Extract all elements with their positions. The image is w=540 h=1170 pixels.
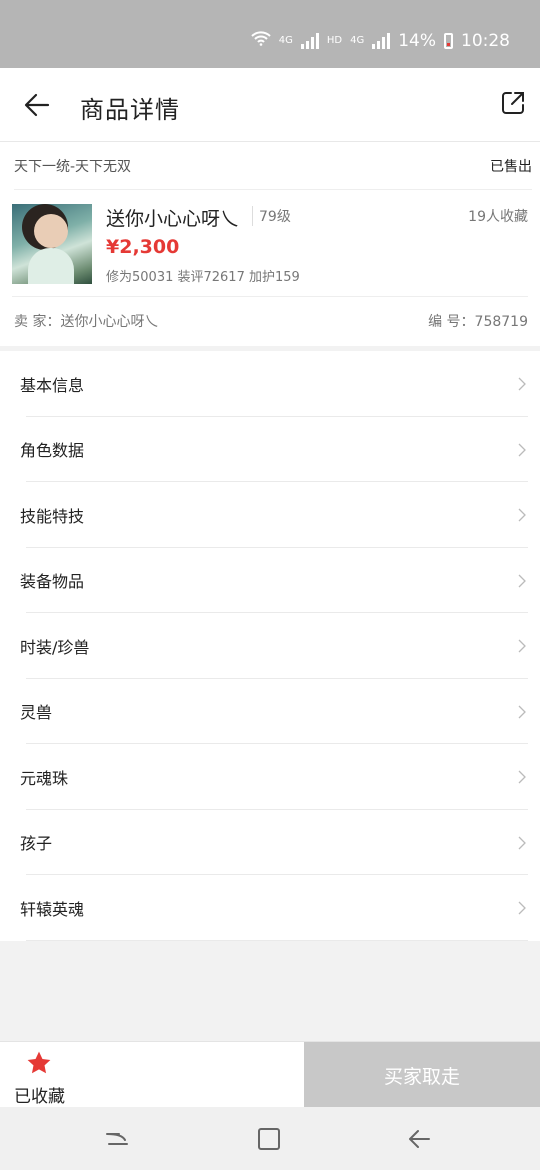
chevron-right-icon [518,770,526,784]
status-icons: 4G HD 4G 14% 10:28 [251,30,510,51]
menu-item-label: 轩辕英魂 [20,899,85,919]
app-header: 商品详情 [0,68,540,142]
character-name: 送你小心心呀乀 [106,208,240,230]
menu-item-equipment[interactable]: 装备物品 [0,548,540,614]
buyer-collected-button[interactable]: 买家取走 [304,1042,540,1108]
menu-item-basic-info[interactable]: 基本信息 [0,351,540,417]
chevron-right-icon [518,836,526,849]
listing-card: 天下一统-天下无双 已售出 送你小心心呀乀 79级 19人收藏 ¥2,300 修… [0,142,540,346]
menu-item-label: 时装/珍兽 [20,637,90,657]
character-avatar [12,204,92,284]
recent-apps-icon[interactable] [104,1126,130,1152]
star-icon [27,1051,51,1074]
chevron-right-icon [518,443,526,456]
menu-item-spirit-beast[interactable]: 灵兽 [0,679,540,745]
seller-name: 卖 家：送你小心心呀乀 [14,314,159,330]
favorite-button[interactable]: 已收藏 [0,1042,303,1108]
character-level: 79级 [252,206,291,226]
chevron-right-icon [518,705,526,718]
menu-item-label: 灵兽 [20,703,53,723]
product-summary[interactable]: 送你小心心呀乀 79级 19人收藏 ¥2,300 修为50031 装评72617… [12,190,528,297]
chevron-right-icon [518,574,526,587]
menu-item-label: 基本信息 [20,375,85,395]
menu-item-fashion-pets[interactable]: 时装/珍兽 [0,613,540,679]
menu-item-label: 角色数据 [20,441,85,461]
sale-status: 已售出 [490,158,532,175]
menu-item-label: 装备物品 [20,572,85,592]
chevron-right-icon [518,508,526,522]
network-type-label-2: 4G [350,34,365,46]
menu-item-xuanyuan-hero[interactable]: 轩辕英魂 [0,875,540,941]
system-nav-bar [0,1107,540,1170]
menu-item-label: 元魂珠 [20,768,69,788]
battery-percent: 14% [398,30,436,51]
share-external-icon[interactable] [500,90,526,116]
chevron-right-icon [518,377,526,391]
price: ¥2,300 [106,236,180,258]
menu-item-soul-orb[interactable]: 元魂珠 [0,744,540,810]
wifi-icon [251,30,271,51]
battery-icon [444,32,453,49]
menu-item-label: 孩子 [20,834,53,854]
clock: 10:28 [461,30,510,51]
network-type-label: 4G [278,34,293,46]
menu-item-children[interactable]: 孩子 [0,810,540,876]
server-name: 天下一统-天下无双 [14,158,132,175]
signal-icon [300,32,319,49]
chevron-right-icon [518,901,526,915]
page-title: 商品详情 [80,96,180,124]
chevron-right-icon [518,639,526,653]
favorite-count: 19人收藏 [468,209,528,225]
menu-item-label: 技能特技 [20,506,85,526]
detail-menu: 基本信息 角色数据 技能特技 装备物品 时装/珍兽 灵兽 元魂珠 孩子 轩辕英魂 [0,351,540,941]
favorite-label: 已收藏 [14,1087,65,1107]
arrow-left-icon[interactable] [24,92,50,118]
menu-item-skills[interactable]: 技能特技 [0,482,540,548]
signal-icon-2 [372,32,391,49]
serial-number: 编 号：758719 [428,314,528,330]
hd-label: HD [326,34,343,46]
menu-item-character-data[interactable]: 角色数据 [0,417,540,483]
seller-row: 卖 家：送你小心心呀乀 编 号：758719 [14,298,528,344]
bottom-action-bar: 已收藏 买家取走 [0,1041,540,1108]
character-stats: 修为50031 装评72617 加护159 [106,270,300,285]
back-nav-icon[interactable] [406,1126,432,1152]
home-icon[interactable] [256,1126,282,1152]
status-bar: 4G HD 4G 14% 10:28 [0,0,540,68]
server-row: 天下一统-天下无双 已售出 [14,142,532,190]
